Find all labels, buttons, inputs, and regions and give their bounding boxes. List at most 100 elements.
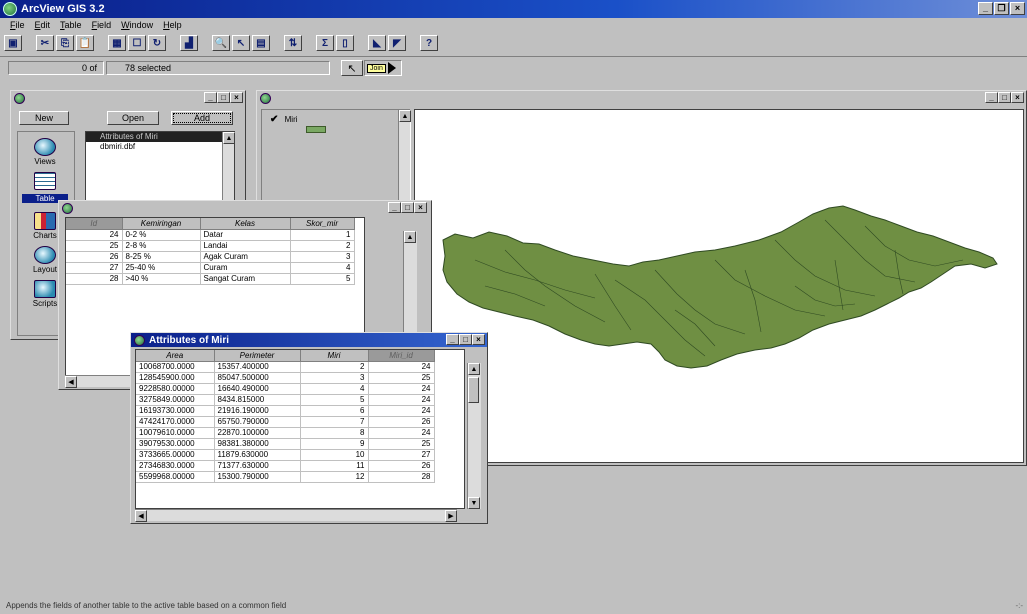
list-item[interactable]: Attributes of Miri: [86, 132, 234, 142]
scroll-down-icon[interactable]: ▼: [468, 497, 480, 509]
table-row[interactable]: 25 2-8 % Landai 2: [66, 240, 355, 252]
table-row[interactable]: 16193730.0000 21916.190000 6 24: [136, 405, 435, 417]
save-icon[interactable]: ▣: [4, 35, 22, 51]
table-row[interactable]: 47424170.0000 65750.790000 7 26: [136, 416, 435, 428]
menu-edit[interactable]: Edit: [35, 20, 51, 30]
join-tool-button[interactable]: Join: [364, 60, 402, 76]
layer-symbol[interactable]: [306, 126, 326, 133]
promote-icon[interactable]: ▤: [252, 35, 270, 51]
refresh-icon[interactable]: ↻: [148, 35, 166, 51]
menu-file[interactable]: File: [10, 20, 25, 30]
maximize-icon[interactable]: □: [998, 92, 1011, 103]
flag-icon[interactable]: ◤: [388, 35, 406, 51]
paste-icon[interactable]: 📋: [76, 35, 94, 51]
query-icon[interactable]: ↖: [232, 35, 250, 51]
miri-map: [442, 205, 998, 369]
column-header-miri[interactable]: Miri: [300, 350, 369, 362]
scroll-thumb[interactable]: [468, 377, 479, 403]
help-icon[interactable]: ?: [420, 35, 438, 51]
table-row[interactable]: 10068700.0000 15357.400000 2 24: [136, 361, 435, 373]
close-icon[interactable]: ×: [1010, 2, 1025, 15]
maximize-icon[interactable]: □: [217, 92, 230, 103]
menu-window[interactable]: Window: [121, 20, 153, 30]
close-icon[interactable]: ×: [230, 92, 243, 103]
minimize-icon[interactable]: _: [985, 92, 998, 103]
layer-entry[interactable]: ✔ Miri: [270, 114, 298, 125]
map-canvas[interactable]: [414, 109, 1024, 463]
scroll-up-icon[interactable]: ▲: [223, 132, 235, 144]
table-row[interactable]: 24 0-2 % Datar 1: [66, 229, 355, 241]
column-header-kelas[interactable]: Kelas: [200, 218, 291, 230]
minimize-icon[interactable]: _: [388, 202, 401, 213]
select-all-icon[interactable]: ☐: [128, 35, 146, 51]
new-button[interactable]: New: [19, 111, 69, 125]
add-button[interactable]: Add: [171, 111, 233, 125]
table-row[interactable]: 3275849.00000 8434.815000 5 24: [136, 394, 435, 406]
table-row[interactable]: 128545900.000 85047.500000 3 25: [136, 372, 435, 384]
table-row[interactable]: 3733665.00000 11879.630000 10 27: [136, 449, 435, 461]
layer-visible-check-icon[interactable]: ✔: [270, 114, 278, 125]
view-title-bar: _ □ ×: [257, 91, 1026, 105]
select-icon[interactable]: ◣: [368, 35, 386, 51]
close-icon[interactable]: ×: [414, 202, 427, 213]
table-row[interactable]: 28 >40 % Sangat Curam 5: [66, 273, 355, 285]
minimize-icon[interactable]: _: [204, 92, 217, 103]
close-icon[interactable]: ×: [1011, 92, 1024, 103]
pointer-tool-icon[interactable]: ↖: [341, 60, 363, 76]
column-header-area[interactable]: Area: [136, 350, 215, 362]
restore-icon[interactable]: ❐: [994, 2, 1009, 15]
table-row[interactable]: 27346830.0000 71377.630000 11 26: [136, 460, 435, 472]
table-row[interactable]: 5599968.00000 15300.790000 12 28: [136, 471, 435, 483]
table-row[interactable]: 9228580.00000 16640.490000 4 24: [136, 383, 435, 395]
find-icon[interactable]: 🔍: [212, 35, 230, 51]
arcview-globe-icon: [3, 2, 17, 16]
minimize-icon[interactable]: _: [446, 334, 459, 345]
menu-field[interactable]: Field: [92, 20, 112, 30]
column-header-skor[interactable]: Skor_mir: [290, 218, 355, 230]
column-header-perimeter[interactable]: Perimeter: [214, 350, 301, 362]
cut-icon[interactable]: ✂: [36, 35, 54, 51]
kemiringan-table: Id Kemiringan Kelas Skor_mir 24 0-2 % Da…: [66, 218, 355, 285]
statistics-icon[interactable]: ▯: [336, 35, 354, 51]
table-row[interactable]: 10079610.0000 22870.100000 8 24: [136, 427, 435, 439]
selection-total: 78 selected: [106, 61, 330, 75]
column-header-kemiringan[interactable]: Kemiringan: [122, 218, 201, 230]
table-row[interactable]: 26 8-25 % Agak Curam 3: [66, 251, 355, 263]
project-icon: [14, 92, 25, 104]
sum-icon[interactable]: Σ: [316, 35, 334, 51]
scroll-left-icon[interactable]: ◀: [135, 510, 147, 522]
attributes-vscrollbar[interactable]: ▲ ▼: [467, 363, 481, 509]
kemiringan-hscrollbar[interactable]: ◀: [65, 375, 135, 388]
attributes-hscrollbar[interactable]: ◀ ▶: [135, 509, 457, 522]
doc-type-tables-icon[interactable]: [22, 172, 68, 191]
project-title-bar: _ □ ×: [11, 91, 245, 105]
doc-type-views[interactable]: Views: [22, 138, 68, 166]
column-header-miri-id[interactable]: Miri_id: [368, 350, 435, 362]
table-icon[interactable]: ▦: [108, 35, 126, 51]
table-row[interactable]: 27 25-40 % Curam 4: [66, 262, 355, 274]
column-header-id[interactable]: Id: [66, 218, 123, 230]
list-item[interactable]: dbmiri.dbf: [86, 142, 234, 152]
copy-icon[interactable]: ⎘: [56, 35, 74, 51]
minimize-icon[interactable]: _: [978, 2, 993, 15]
table-row[interactable]: 39079530.0000 98381.380000 9 25: [136, 438, 435, 450]
chart-icon[interactable]: ▟: [180, 35, 198, 51]
scroll-up-icon[interactable]: ▲: [468, 363, 480, 375]
maximize-icon[interactable]: □: [401, 202, 414, 213]
scroll-right-icon[interactable]: ▶: [445, 510, 457, 522]
open-button[interactable]: Open: [107, 111, 159, 125]
menu-table[interactable]: Table: [60, 20, 82, 30]
attributes-window: Attributes of Miri _ □ × Area Perimeter …: [130, 332, 488, 524]
attributes-grid: Area Perimeter Miri Miri_id 10068700.000…: [135, 349, 465, 509]
close-icon[interactable]: ×: [472, 334, 485, 345]
scroll-up-icon[interactable]: ▲: [404, 231, 416, 243]
menu-bar: File Edit Table Field Window Help: [0, 18, 1027, 32]
sort-icon[interactable]: ⇅: [284, 35, 302, 51]
scroll-up-icon[interactable]: ▲: [399, 110, 411, 122]
scroll-left-icon[interactable]: ◀: [65, 376, 77, 388]
kemiringan-title-bar: _ □ ×: [59, 201, 431, 215]
maximize-icon[interactable]: □: [459, 334, 472, 345]
document-list-scrollbar[interactable]: ▲: [222, 132, 235, 200]
miri-region-polygon[interactable]: [442, 205, 998, 369]
menu-help[interactable]: Help: [163, 20, 182, 30]
